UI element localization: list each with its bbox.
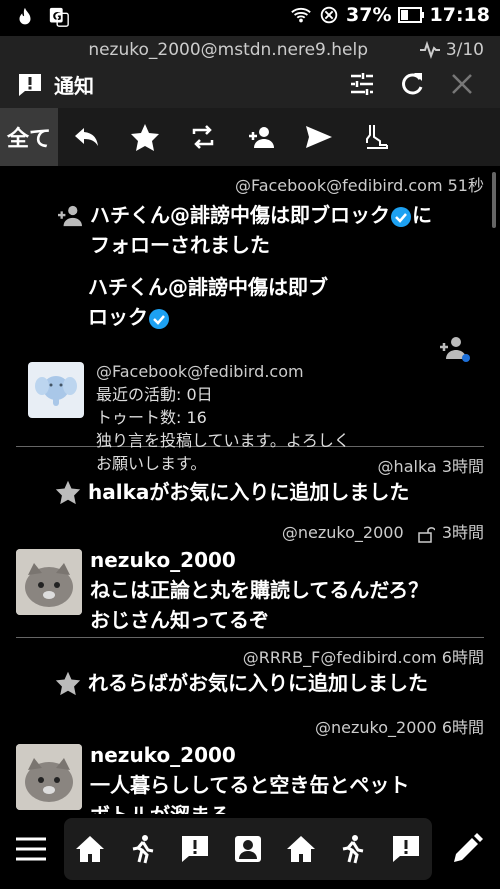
cat-avatar-icon: [16, 549, 82, 615]
list-item[interactable]: @nezuko_2000 6時間 nezuko_2000 一人暮らししてると空き…: [0, 704, 500, 814]
column-title: 通知: [16, 70, 94, 99]
follow-icon: [249, 127, 274, 148]
favourite-text: れるらばがお気に入りに追加しました: [88, 671, 428, 695]
local-timeline-icon[interactable]: [127, 833, 159, 865]
no-sim-icon: [320, 6, 338, 24]
tab-favourites[interactable]: [116, 108, 174, 166]
notification-icon[interactable]: [390, 833, 422, 865]
unlock-icon: [417, 526, 436, 543]
counter-value: 3/10: [445, 40, 484, 60]
follow-text-tail: に: [412, 203, 432, 227]
tab-follows[interactable]: [232, 108, 290, 166]
list-item[interactable]: @halka 3時間 halkaがお気に入りに追加しました: [0, 447, 500, 509]
cat-avatar-icon: [16, 744, 82, 810]
card-last-activity: 最近の活動: 0日: [96, 385, 213, 404]
follow-action-button[interactable]: [438, 334, 472, 368]
star-icon: [55, 671, 81, 696]
notification-meta: @halka 3時間: [377, 457, 484, 476]
account-name: nezuko_2000@mstdn.nere9.help: [88, 40, 368, 60]
notification-meta: @nezuko_2000 6時間: [315, 718, 484, 737]
status-time: 3時間: [441, 523, 484, 542]
send-icon: [306, 126, 332, 148]
favourite-text: halkaがお気に入りに追加しました: [88, 480, 410, 504]
follower-name[interactable]: ハチくん@誹謗中傷は即ブロック: [90, 203, 390, 227]
account-card[interactable]: ハチくん@誹謗中傷は即ブ ロック @Facebook@fedibird.com …: [0, 272, 500, 473]
card-handle: @Facebook@fedibird.com: [96, 362, 304, 381]
bottom-bar: [0, 814, 500, 889]
tab-all[interactable]: 全て: [0, 108, 58, 166]
notification-icon[interactable]: [179, 833, 211, 865]
status-author[interactable]: nezuko_2000: [90, 545, 428, 575]
profile-icon[interactable]: [232, 833, 264, 865]
home-icon[interactable]: [74, 833, 106, 865]
battery-percent: 37%: [346, 4, 392, 26]
column-header: nezuko_2000@mstdn.nere9.help 3/10 通知: [0, 36, 500, 108]
translate-icon: G: [49, 7, 69, 27]
notification-icon: [19, 73, 41, 96]
reaction-icon: [366, 125, 388, 149]
status-bar: G 37% 17:18: [0, 0, 500, 36]
verified-badge-icon: [391, 206, 411, 227]
star-icon: [55, 480, 81, 505]
notification-meta: @Facebook@fedibird.com 51秒: [234, 176, 484, 195]
column-counter: 3/10: [419, 40, 484, 60]
menu-icon[interactable]: [14, 832, 48, 866]
status-handle: @nezuko_2000: [281, 523, 404, 542]
tab-boosts[interactable]: [174, 108, 232, 166]
settings-sliders-icon[interactable]: [348, 70, 376, 98]
column-switcher: [64, 818, 432, 880]
compose-icon[interactable]: [450, 832, 484, 866]
card-display-name: ハチくん@誹謗中傷は即ブ: [88, 275, 328, 299]
card-toot-count: トゥート数: 16: [96, 408, 207, 427]
wifi-icon: [291, 7, 311, 23]
add-user-icon: [440, 337, 470, 362]
status-text: ねこは正論と丸を購読してるんだろ？: [90, 578, 429, 602]
list-item[interactable]: @RRRB_F@fedibird.com 6時間 れるらばがお気に入りに追加しま…: [0, 638, 500, 704]
activity-icon: [419, 41, 440, 59]
star-icon: [131, 124, 159, 151]
follow-text: フォローされました: [90, 233, 270, 257]
list-item[interactable]: @nezuko_2000 3時間 nezuko_2000 ねこは正論と丸を購読し…: [0, 509, 500, 637]
close-icon[interactable]: [448, 70, 476, 98]
tab-replies[interactable]: [58, 108, 116, 166]
clock: 17:18: [429, 4, 490, 26]
flame-icon: [19, 7, 31, 25]
reply-icon: [75, 128, 98, 146]
avatar[interactable]: [16, 744, 82, 810]
notification-meta: @RRRB_F@fedibird.com 6時間: [242, 648, 484, 667]
boost-icon: [192, 125, 214, 149]
tab-posts[interactable]: [290, 108, 348, 166]
tab-reactions[interactable]: [348, 108, 406, 166]
status-text-2: おじさん知ってるぞ: [90, 608, 269, 632]
status-text-2: ボトルが溜まる: [90, 800, 409, 814]
card-display-name-2: ロック: [88, 305, 148, 329]
local-timeline-icon[interactable]: [337, 833, 369, 865]
tab-all-label: 全て: [6, 127, 51, 152]
verified-badge-icon: [149, 308, 169, 329]
home-icon[interactable]: [285, 833, 317, 865]
card-avatar-image[interactable]: [28, 362, 84, 418]
list-item[interactable]: @Facebook@fedibird.com 51秒 ハチくん@誹謗中傷は即ブロ…: [0, 166, 500, 473]
status-text: 一人暮らししてると空き缶とペット: [90, 773, 410, 797]
refresh-icon[interactable]: [398, 70, 426, 98]
follow-icon: [58, 205, 82, 227]
notification-list[interactable]: @Facebook@fedibird.com 51秒 ハチくん@誹謗中傷は即ブロ…: [0, 166, 500, 814]
status-author[interactable]: nezuko_2000: [90, 740, 409, 770]
battery-icon: [397, 7, 424, 23]
filter-tabs: 全て: [0, 108, 500, 166]
page-title: 通知: [54, 74, 94, 98]
avatar[interactable]: [16, 549, 82, 615]
elephant-avatar-icon: [35, 376, 77, 406]
